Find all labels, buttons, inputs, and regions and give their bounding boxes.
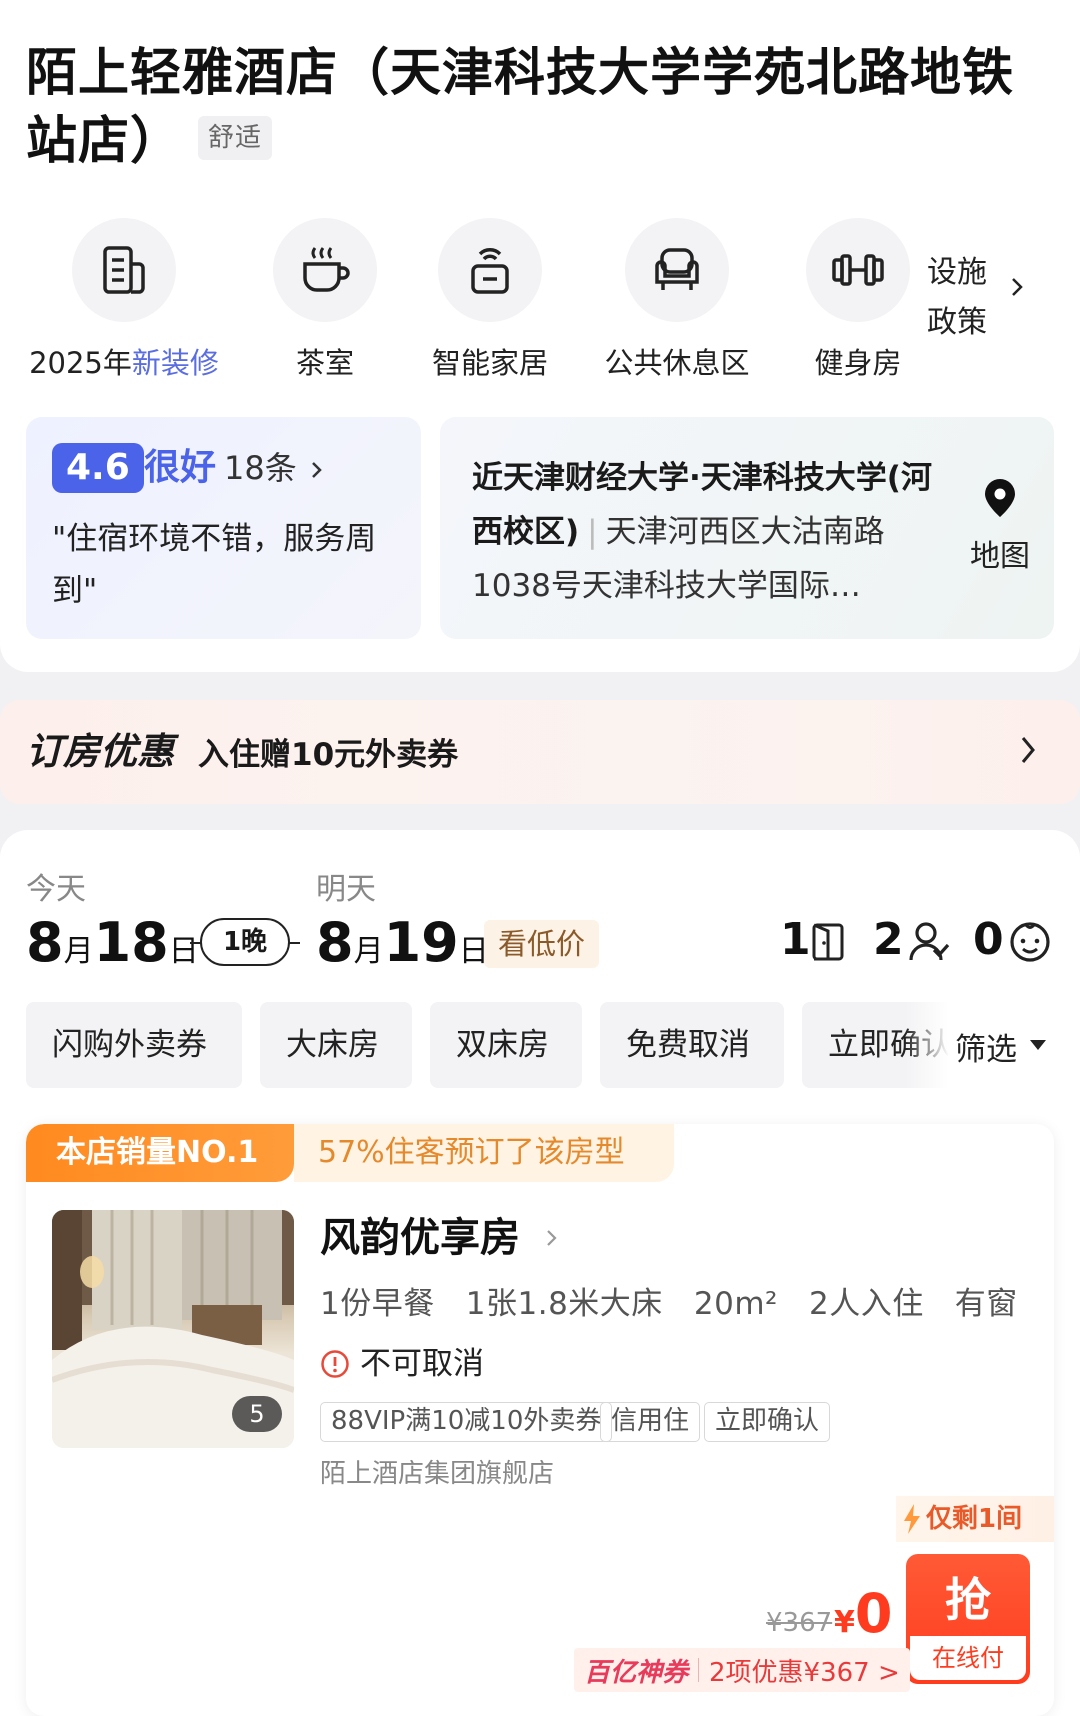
booking-ratio-note: 57%住客预订了该房型	[294, 1124, 674, 1182]
facility-label: 2025年新装修	[29, 346, 219, 380]
review-quote: "住宿环境不错，服务周到"	[52, 521, 377, 609]
hotel-info-card: 陌上轻雅酒店（天津科技大学学苑北路地铁站店） 舒适 2025年新装修 茶室 智能家…	[0, 0, 1080, 672]
room-specs: 1份早餐 1张1.8米大床 20m² 2人入住 有窗	[320, 1286, 1018, 1322]
coupon-summary: 2项优惠¥367 >	[709, 1657, 900, 1688]
chevron-right-icon	[547, 1230, 557, 1246]
sales-rank-badge: 本店销量NO.1	[26, 1124, 294, 1182]
review-rating-word: 很好	[144, 447, 217, 488]
facility-tea-room[interactable]: 茶室	[273, 218, 377, 382]
facility-policy-link[interactable]: 设施 政策	[927, 248, 987, 348]
low-price-calendar-button[interactable]: 看低价	[484, 920, 600, 968]
room-card[interactable]: 本店销量NO.1 57%住客预订了该房型 5 风韵优享房 1份早餐 1张1.8米…	[26, 1124, 1054, 1716]
facility-label: 茶室	[295, 346, 354, 380]
stock-left-badge: 仅剩1间	[896, 1496, 1054, 1542]
tea-cup-icon	[273, 218, 377, 322]
store-name: 陌上酒店集团旗舰店	[320, 1459, 555, 1489]
promo-title: 订房优惠	[26, 730, 174, 773]
review-summary[interactable]: 4.6 很好 18条 "住宿环境不错，服务周到"	[26, 417, 421, 639]
room-tag: 88VIP满10减10外卖券	[320, 1402, 613, 1442]
warning-circle-icon	[321, 1350, 349, 1378]
cancel-policy: 不可取消	[320, 1340, 484, 1388]
review-score: 4.6	[52, 443, 144, 493]
checkin-day-label: 今天	[26, 872, 86, 907]
door-icon	[812, 923, 844, 961]
booking-promo-bar[interactable]: 订房优惠 入住赠10元外卖券	[0, 700, 1080, 804]
facility-label: 健身房	[814, 346, 902, 380]
chevron-right-icon	[312, 462, 322, 478]
room-name[interactable]: 风韵优享房	[320, 1210, 520, 1266]
map-pin-icon	[985, 479, 1015, 517]
document-icon	[72, 218, 176, 322]
checkout-day-label: 明天	[316, 872, 376, 907]
review-count: 18条	[224, 443, 323, 493]
filter-chip[interactable]: 双床房	[430, 1002, 582, 1088]
photo-count-badge: 5	[232, 1396, 282, 1432]
checkin-date[interactable]: 8月18日	[26, 908, 199, 987]
room-count: 1	[780, 914, 811, 965]
filter-chip[interactable]: 闪购外卖券	[26, 1002, 242, 1088]
filter-chip[interactable]: 大床房	[260, 1002, 412, 1088]
armchair-icon	[625, 218, 729, 322]
checkout-date[interactable]: 8月19日	[316, 908, 489, 987]
book-now-button[interactable]: 抢 在线付	[906, 1554, 1030, 1684]
hotel-title: 陌上轻雅酒店（天津科技大学学苑北路地铁站店） 舒适	[26, 40, 1056, 176]
lightning-icon	[904, 1504, 920, 1534]
room-tag: 信用住	[600, 1402, 701, 1442]
promo-text: 入住赠10元外卖券	[198, 737, 459, 773]
location-text: 近天津财经大学·天津科技大学(河西校区) | 天津河西区大沽南路1038号天津科技大…	[472, 460, 932, 604]
filter-chip[interactable]: 免费取消	[600, 1002, 784, 1088]
child-icon	[1010, 922, 1050, 962]
room-tag: 立即确认	[704, 1402, 831, 1442]
coupon-brand: 百亿神券	[584, 1657, 689, 1688]
caret-down-icon	[1030, 1040, 1046, 1050]
map-button[interactable]: 地图	[960, 477, 1040, 575]
original-price: ¥367	[766, 1608, 833, 1638]
filter-button[interactable]: 筛选	[955, 1024, 1017, 1069]
facility-label: 公共休息区	[604, 346, 750, 380]
child-count: 0	[973, 914, 1004, 965]
smart-lock-icon	[438, 218, 542, 322]
adult-icon	[909, 922, 950, 961]
adult-count: 2	[873, 914, 904, 965]
facility-gym[interactable]: 健身房	[806, 218, 910, 382]
facility-renovation[interactable]: 2025年新装修	[26, 218, 222, 382]
hotel-name: 陌上轻雅酒店（天津科技大学学苑北路地铁站店）	[26, 44, 1015, 171]
coupon-discount-row[interactable]: 百亿神券 2项优惠¥367 >	[574, 1648, 910, 1692]
dumbbell-icon	[806, 218, 910, 322]
facility-label: 智能家居	[431, 346, 548, 380]
nights-count: 1晚	[200, 918, 290, 966]
hotel-level-tag: 舒适	[198, 116, 273, 160]
room-photo[interactable]: 5	[52, 1210, 294, 1448]
chevron-right-icon	[1020, 734, 1036, 770]
current-price: ¥0	[834, 1582, 893, 1645]
facility-lounge[interactable]: 公共休息区	[602, 218, 752, 382]
facility-smart-home[interactable]: 智能家居	[418, 218, 562, 382]
chevron-right-icon	[1010, 276, 1024, 302]
location-summary[interactable]: 近天津财经大学·天津科技大学(河西校区) | 天津河西区大沽南路1038号天津科技大…	[440, 417, 1054, 639]
